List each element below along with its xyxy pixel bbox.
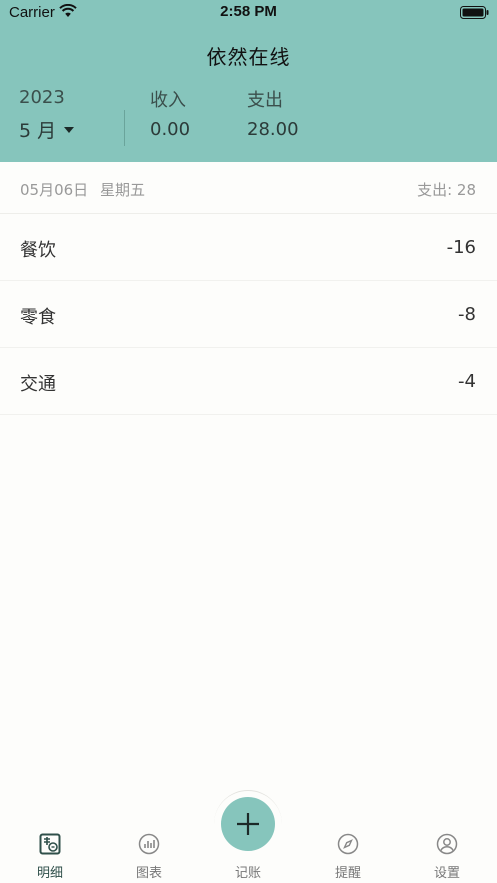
month-label: 5 月: [19, 119, 57, 142]
list-item[interactable]: 交通 -4: [0, 349, 497, 415]
record-category: 交通: [20, 374, 56, 395]
chart-icon: [138, 833, 160, 855]
list-item[interactable]: 零食 -8: [0, 282, 497, 348]
day-weekday: 星期五: [100, 181, 146, 199]
tab-detail-label: 明细: [36, 866, 63, 881]
caret-down-icon: [64, 127, 75, 133]
year-label: 2023: [19, 87, 65, 108]
day-expense-total: 支出: 28: [417, 181, 476, 199]
tab-reminder-label: 提醒: [334, 866, 361, 881]
record-amount: -8: [458, 304, 476, 325]
expense-value: 28.00: [247, 119, 299, 140]
tab-settings-label: 设置: [433, 866, 460, 881]
list-item[interactable]: 餐饮 -16: [0, 215, 497, 281]
tab-settings[interactable]: 设置: [407, 830, 487, 883]
plus-icon: [237, 813, 259, 835]
tab-chart-label: 图表: [135, 866, 162, 881]
add-record-button[interactable]: [221, 797, 275, 851]
day-date: 05月06日: [20, 181, 89, 199]
status-bar: Carrier 2:58 PM: [0, 0, 497, 26]
record-category: 零食: [20, 307, 56, 328]
tab-detail[interactable]: 明细: [10, 830, 90, 883]
record-amount: -16: [446, 237, 476, 258]
record-amount: -4: [458, 371, 476, 392]
tab-chart[interactable]: 图表: [109, 830, 189, 883]
page-title: 依然在线: [206, 45, 291, 69]
battery-icon: [460, 6, 489, 19]
expense-label: 支出: [247, 90, 283, 111]
compass-icon: [337, 833, 359, 855]
tab-reminder[interactable]: 提醒: [308, 830, 388, 883]
header: Carrier 2:58 PM 依然在线 2023 5 月 收入 0.00 支出…: [0, 0, 497, 162]
month-selector[interactable]: 5 月: [19, 116, 75, 142]
day-header: 05月06日 星期五 支出: 28: [0, 162, 497, 214]
income-label: 收入: [150, 90, 186, 111]
record-category: 餐饮: [20, 240, 56, 261]
user-icon: [436, 833, 458, 855]
detail-icon: [39, 833, 61, 855]
add-record-label: 记账: [234, 866, 261, 881]
header-divider: [124, 110, 125, 146]
income-value: 0.00: [150, 119, 191, 140]
status-time: 2:58 PM: [220, 3, 277, 20]
